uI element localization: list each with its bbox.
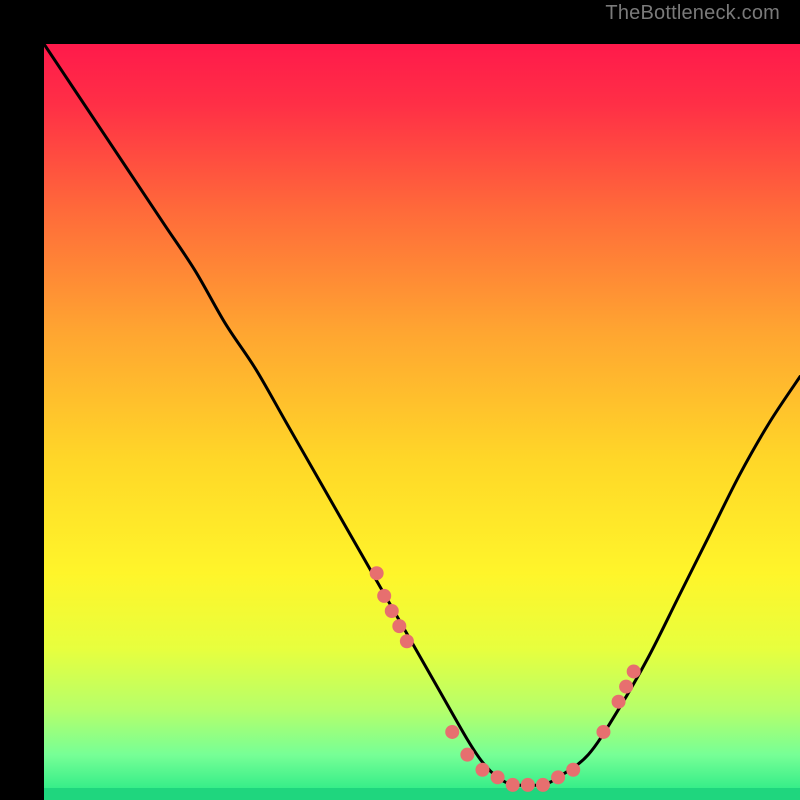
- plot-area: [44, 44, 800, 800]
- data-point: [377, 589, 391, 603]
- data-point: [596, 725, 610, 739]
- data-point: [491, 770, 505, 784]
- data-point: [627, 664, 641, 678]
- watermark-label: TheBottleneck.com: [605, 2, 780, 25]
- data-point: [521, 778, 535, 792]
- data-point: [385, 604, 399, 618]
- optimal-band: [44, 788, 800, 800]
- data-point: [460, 748, 474, 762]
- data-point: [612, 695, 626, 709]
- chart-canvas: [44, 44, 800, 800]
- data-point: [536, 778, 550, 792]
- data-point: [400, 634, 414, 648]
- data-point: [370, 566, 384, 580]
- data-point: [506, 778, 520, 792]
- chart-frame: [22, 22, 778, 778]
- data-point: [566, 763, 580, 777]
- data-point: [551, 770, 565, 784]
- data-point: [392, 619, 406, 633]
- gradient-background: [44, 44, 800, 800]
- data-point: [445, 725, 459, 739]
- data-point: [619, 680, 633, 694]
- data-point: [475, 763, 489, 777]
